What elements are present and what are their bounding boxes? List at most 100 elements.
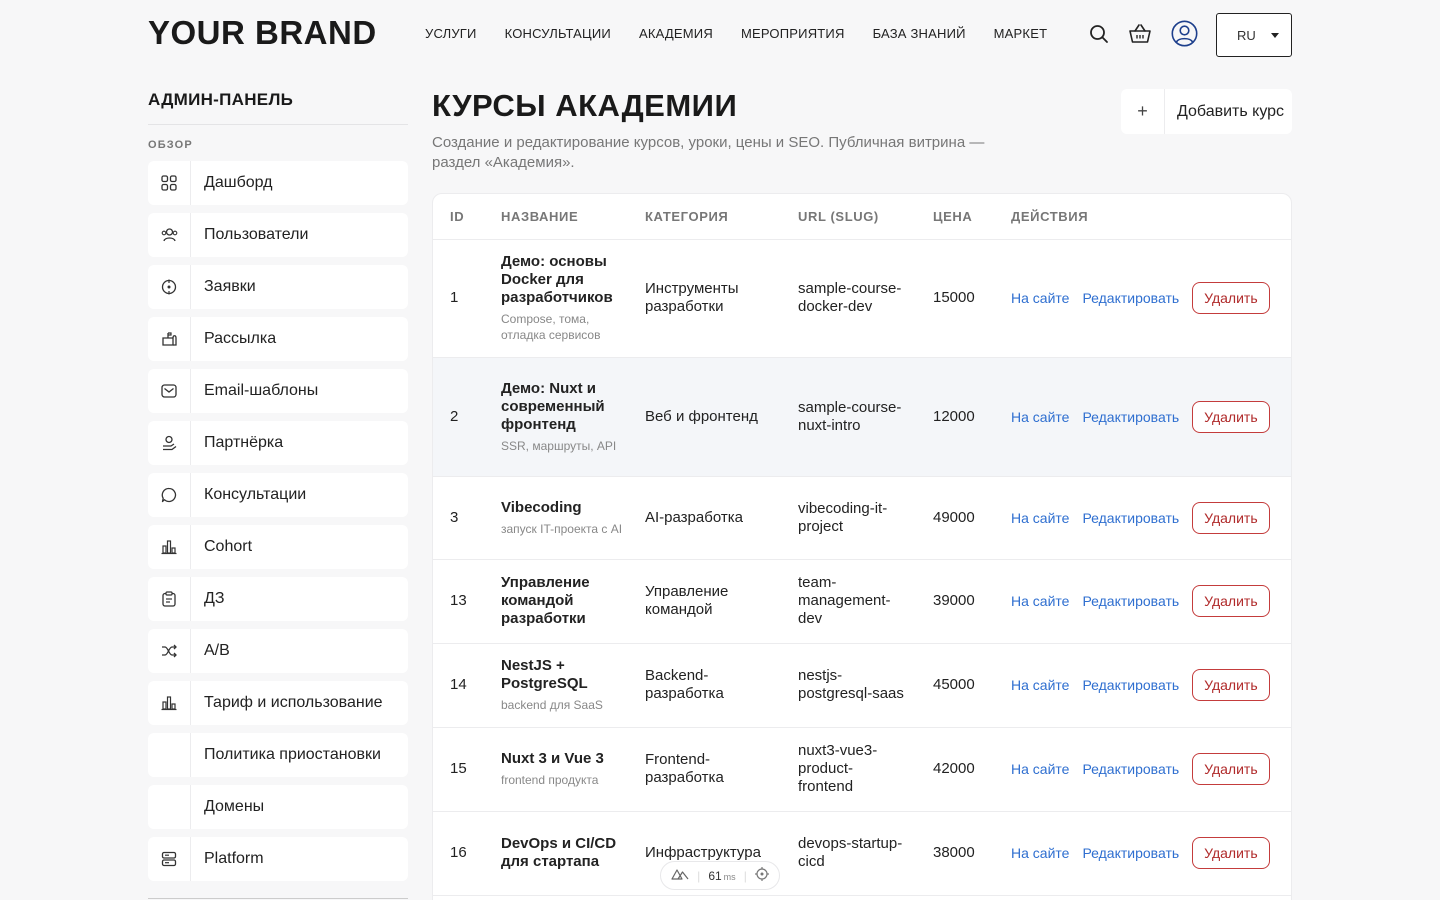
add-course-button[interactable]: + Добавить курс xyxy=(1121,89,1292,134)
sidebar-menu: Дашборд Пользователи Заявки Рассылка Ema… xyxy=(148,161,408,889)
delete-button[interactable]: Удалить xyxy=(1192,282,1270,314)
cell-slug: nuxt3-vue3-product-frontend xyxy=(781,727,916,812)
performance-badge[interactable]: | 61 ms | xyxy=(660,861,780,890)
delete-button[interactable]: Удалить xyxy=(1192,400,1270,433)
sidebar-item-domains[interactable]: Домены xyxy=(148,785,408,829)
cell-slug: sample-course-docker-dev xyxy=(781,239,916,358)
course-name: Демо: Nuxt и современный фронтенд xyxy=(501,379,605,433)
user-icon[interactable] xyxy=(1170,19,1198,47)
users-icon xyxy=(148,213,191,257)
sidebar-item-tariff[interactable]: Тариф и использование xyxy=(148,681,408,725)
cell-name: Демо: Nuxt и современный фронтенд SSR, ма… xyxy=(484,357,628,477)
sidebar-item-suspension-policy[interactable]: Политика приостановки xyxy=(148,733,408,777)
view-on-site-link[interactable]: На сайте xyxy=(1011,592,1069,610)
delete-button[interactable]: Удалить xyxy=(1192,753,1270,785)
cell-category: Инструменты разработки xyxy=(628,239,781,358)
sidebar-item-label: Пользователи xyxy=(204,226,309,243)
sidebar-item-cohort[interactable]: Cohort xyxy=(148,525,408,569)
sidebar-item-label: Рассылка xyxy=(204,330,277,347)
nav-knowledge-base[interactable]: БАЗА ЗНАНИЙ xyxy=(873,26,966,41)
language-select[interactable]: RU xyxy=(1216,13,1292,57)
sidebar-item-dashboard[interactable]: Дашборд xyxy=(148,161,408,205)
sidebar-item-label: ДЗ xyxy=(204,590,225,607)
edit-link[interactable]: Редактировать xyxy=(1082,592,1179,610)
course-name: NestJS + PostgreSQL xyxy=(501,657,588,692)
cell-actions: На сайте Редактировать Удалить xyxy=(994,811,1291,896)
edit-link[interactable]: Редактировать xyxy=(1082,676,1179,694)
edit-link[interactable]: Редактировать xyxy=(1082,408,1179,426)
delete-button[interactable]: Удалить xyxy=(1192,585,1270,617)
nav-consultations[interactable]: КОНСУЛЬТАЦИИ xyxy=(505,26,611,41)
triangle-logo-icon xyxy=(671,868,689,883)
partner-icon xyxy=(148,421,191,465)
course-name: Управление командой разработки xyxy=(501,574,590,627)
sidebar-item-users[interactable]: Пользователи xyxy=(148,213,408,257)
search-icon[interactable] xyxy=(1087,22,1111,46)
view-on-site-link[interactable]: На сайте xyxy=(1011,509,1069,527)
sidebar-item-ab[interactable]: A/B xyxy=(148,629,408,673)
cell-price: 49000 xyxy=(916,476,994,560)
sidebar-item-label: Cohort xyxy=(204,538,253,555)
nav-academy[interactable]: АКАДЕМИЯ xyxy=(639,26,713,41)
edit-link[interactable]: Редактировать xyxy=(1082,509,1179,527)
sidebar-item-consultations[interactable]: Консультации xyxy=(148,473,408,517)
edit-link[interactable]: Редактировать xyxy=(1082,289,1179,307)
course-name: Демо: основы Docker для разработчиков xyxy=(501,253,613,306)
sidebar-item-requests[interactable]: Заявки xyxy=(148,265,408,309)
course-name: Nuxt 3 и Vue 3 xyxy=(501,750,604,767)
table-row: 3 Vibecoding запуск IT-проекта с AI AI-разр… xyxy=(433,476,1291,560)
cell-price: 39000 xyxy=(916,559,994,644)
view-on-site-link[interactable]: На сайте xyxy=(1011,844,1069,862)
course-description: SSR, маршруты, API xyxy=(501,438,617,453)
brand-logo[interactable]: YOUR BRAND xyxy=(148,14,377,52)
cell-name: Nuxt 3 и Vue 3 frontend продукта xyxy=(484,727,628,812)
sidebar-item-email-templates[interactable]: Email-шаблоны xyxy=(148,369,408,413)
target-icon xyxy=(148,265,191,309)
crosshair-icon[interactable] xyxy=(754,867,769,884)
nav-events[interactable]: МЕРОПРИЯТИЯ xyxy=(741,26,845,41)
cell-price: 38000 xyxy=(916,811,994,896)
clipboard-icon xyxy=(148,577,191,621)
view-on-site-link[interactable]: На сайте xyxy=(1011,408,1069,426)
server-icon xyxy=(148,837,191,881)
cell-category: Управление командой xyxy=(628,559,781,644)
edit-link[interactable]: Редактировать xyxy=(1082,844,1179,862)
cell-actions: На сайте Редактировать Удалить xyxy=(994,727,1291,812)
cell-id: 13 xyxy=(433,559,484,644)
sidebar-item-homework[interactable]: ДЗ xyxy=(148,577,408,621)
sidebar-item-icon-slot xyxy=(148,733,191,777)
cell-name: Vibecoding запуск IT-проекта с AI xyxy=(484,476,628,560)
sidebar-item-partner[interactable]: Партнёрка xyxy=(148,421,408,465)
sidebar-item-label: Консультации xyxy=(204,486,307,503)
nav-services[interactable]: УСЛУГИ xyxy=(425,26,477,41)
course-description: backend для SaaS xyxy=(501,698,603,712)
sidebar-item-icon-slot xyxy=(148,785,191,829)
language-value: RU xyxy=(1237,27,1256,43)
delete-button[interactable]: Удалить xyxy=(1192,837,1270,869)
table-row: 1 Демо: основы Docker для разработчиков Co… xyxy=(433,239,1291,358)
main-nav: УСЛУГИ КОНСУЛЬТАЦИИ АКАДЕМИЯ МЕРОПРИЯТИЯ… xyxy=(425,26,1047,41)
delete-button[interactable]: Удалить xyxy=(1192,501,1270,534)
course-description: запуск IT-проекта с AI xyxy=(501,521,623,536)
sidebar-item-platform[interactable]: Platform xyxy=(148,837,408,881)
cell-price: 12000 xyxy=(916,357,994,477)
sidebar-item-label: Политика приостановки xyxy=(204,746,381,763)
cell-slug: team-management-dev xyxy=(781,559,916,644)
view-on-site-link[interactable]: На сайте xyxy=(1011,289,1069,307)
nav-market[interactable]: МАРКЕТ xyxy=(994,26,1048,41)
add-course-label: Добавить курс xyxy=(1177,102,1285,120)
sidebar-item-label: Заявки xyxy=(204,278,256,295)
cell-id: 14 xyxy=(433,643,484,728)
cell-id: 2 xyxy=(433,357,484,477)
sidebar-item-label: Дашборд xyxy=(204,174,273,191)
bar-chart-icon xyxy=(148,525,191,569)
delete-button[interactable]: Удалить xyxy=(1192,669,1270,701)
edit-link[interactable]: Редактировать xyxy=(1082,760,1179,778)
sidebar-item-mailing[interactable]: Рассылка xyxy=(148,317,408,361)
view-on-site-link[interactable]: На сайте xyxy=(1011,760,1069,778)
basket-icon[interactable] xyxy=(1128,22,1152,46)
course-name: Vibecoding xyxy=(501,498,582,516)
cell-slug: nestjs-postgresql-saas xyxy=(781,643,916,728)
cell-price: 15000 xyxy=(916,239,994,358)
view-on-site-link[interactable]: На сайте xyxy=(1011,676,1069,694)
